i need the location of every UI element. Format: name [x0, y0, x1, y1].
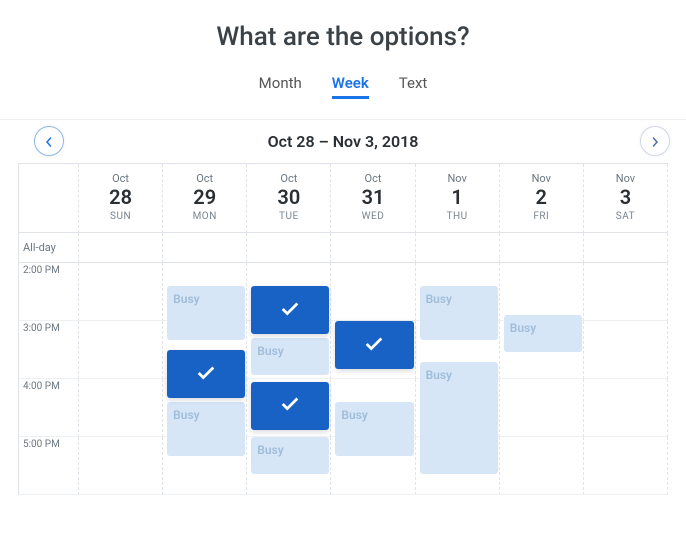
allday-cell[interactable]: [79, 233, 163, 263]
allday-cell[interactable]: [416, 233, 500, 263]
busy-event[interactable]: Busy: [420, 286, 498, 340]
day-date: 29: [165, 185, 244, 209]
next-week-button[interactable]: [640, 126, 670, 156]
day-column-sun[interactable]: [79, 263, 163, 495]
page-title: What are the options?: [0, 0, 686, 52]
chevron-left-icon: [44, 132, 54, 151]
day-header-mon[interactable]: Oct 29 MON: [163, 164, 247, 233]
day-date: 30: [249, 185, 328, 209]
day-month: Oct: [81, 172, 160, 185]
busy-event[interactable]: Busy: [251, 437, 329, 474]
day-header-sun[interactable]: Oct 28 SUN: [79, 164, 163, 233]
day-dow: WED: [333, 211, 412, 222]
day-column-thu[interactable]: Busy Busy: [416, 263, 500, 495]
busy-event[interactable]: Busy: [420, 362, 498, 474]
day-dow: MON: [165, 211, 244, 222]
day-date: 2: [502, 185, 581, 209]
day-column-sat[interactable]: [584, 263, 668, 495]
check-icon: [195, 362, 217, 387]
day-header-tue[interactable]: Oct 30 TUE: [247, 164, 331, 233]
day-header-sat[interactable]: Nov 3 SAT: [584, 164, 668, 233]
day-date: 3: [586, 185, 665, 209]
day-header-thu[interactable]: Nov 1 THU: [416, 164, 500, 233]
allday-cell[interactable]: [163, 233, 247, 263]
tab-month[interactable]: Month: [259, 74, 302, 99]
selected-slot[interactable]: [251, 286, 329, 334]
time-label: 2:00 PM: [19, 263, 79, 321]
busy-event[interactable]: Busy: [167, 286, 245, 340]
day-header-row: Oct 28 SUN Oct 29 MON Oct 30 TUE Oct 31 …: [19, 164, 668, 233]
grid-body: 2:00 PM 3:00 PM 4:00 PM 5:00 PM BusyBusy…: [19, 263, 668, 495]
day-dow: THU: [418, 211, 497, 222]
chevron-right-icon: [650, 132, 660, 151]
date-nav: Oct 28 – Nov 3, 2018: [0, 119, 686, 163]
time-label: 4:00 PM: [19, 379, 79, 437]
selected-slot[interactable]: [335, 321, 413, 369]
time-col-header: [19, 164, 79, 233]
day-dow: TUE: [249, 211, 328, 222]
check-icon: [363, 333, 385, 358]
day-dow: SUN: [81, 211, 160, 222]
day-column-mon[interactable]: Busy Busy: [163, 263, 247, 495]
time-column: 2:00 PM 3:00 PM 4:00 PM 5:00 PM: [19, 263, 79, 495]
day-column-wed[interactable]: Busy: [331, 263, 415, 495]
day-date: 31: [333, 185, 412, 209]
day-month: Oct: [249, 172, 328, 185]
selected-slot[interactable]: [167, 350, 245, 398]
busy-event[interactable]: Busy: [335, 402, 413, 456]
day-column-fri[interactable]: Busy: [500, 263, 584, 495]
allday-cell[interactable]: [500, 233, 584, 263]
allday-cell[interactable]: [247, 233, 331, 263]
busy-event[interactable]: Busy: [167, 402, 245, 456]
view-tabs: Month Week Text: [0, 74, 686, 99]
busy-event[interactable]: Busy: [504, 315, 582, 352]
tab-week[interactable]: Week: [332, 74, 369, 99]
day-month: Nov: [586, 172, 665, 185]
date-range-label: Oct 28 – Nov 3, 2018: [0, 119, 686, 163]
day-dow: FRI: [502, 211, 581, 222]
day-month: Oct: [333, 172, 412, 185]
time-label: 3:00 PM: [19, 321, 79, 379]
allday-label: All-day: [19, 233, 79, 263]
check-icon: [279, 298, 301, 323]
day-column-tue[interactable]: Busy Busy: [247, 263, 331, 495]
day-dow: SAT: [586, 211, 665, 222]
selected-slot[interactable]: [251, 382, 329, 430]
day-month: Oct: [165, 172, 244, 185]
day-header-wed[interactable]: Oct 31 WED: [331, 164, 415, 233]
day-date: 28: [81, 185, 160, 209]
day-month: Nov: [418, 172, 497, 185]
day-date: 1: [418, 185, 497, 209]
time-label: 5:00 PM: [19, 437, 79, 495]
allday-row: All-day: [19, 233, 668, 263]
allday-cell[interactable]: [331, 233, 415, 263]
day-month: Nov: [502, 172, 581, 185]
day-header-fri[interactable]: Nov 2 FRI: [500, 164, 584, 233]
tab-text[interactable]: Text: [399, 74, 428, 99]
busy-event[interactable]: Busy: [251, 338, 329, 375]
check-icon: [279, 393, 301, 418]
week-calendar: Oct 28 SUN Oct 29 MON Oct 30 TUE Oct 31 …: [18, 163, 668, 495]
prev-week-button[interactable]: [34, 126, 64, 156]
allday-cell[interactable]: [584, 233, 668, 263]
